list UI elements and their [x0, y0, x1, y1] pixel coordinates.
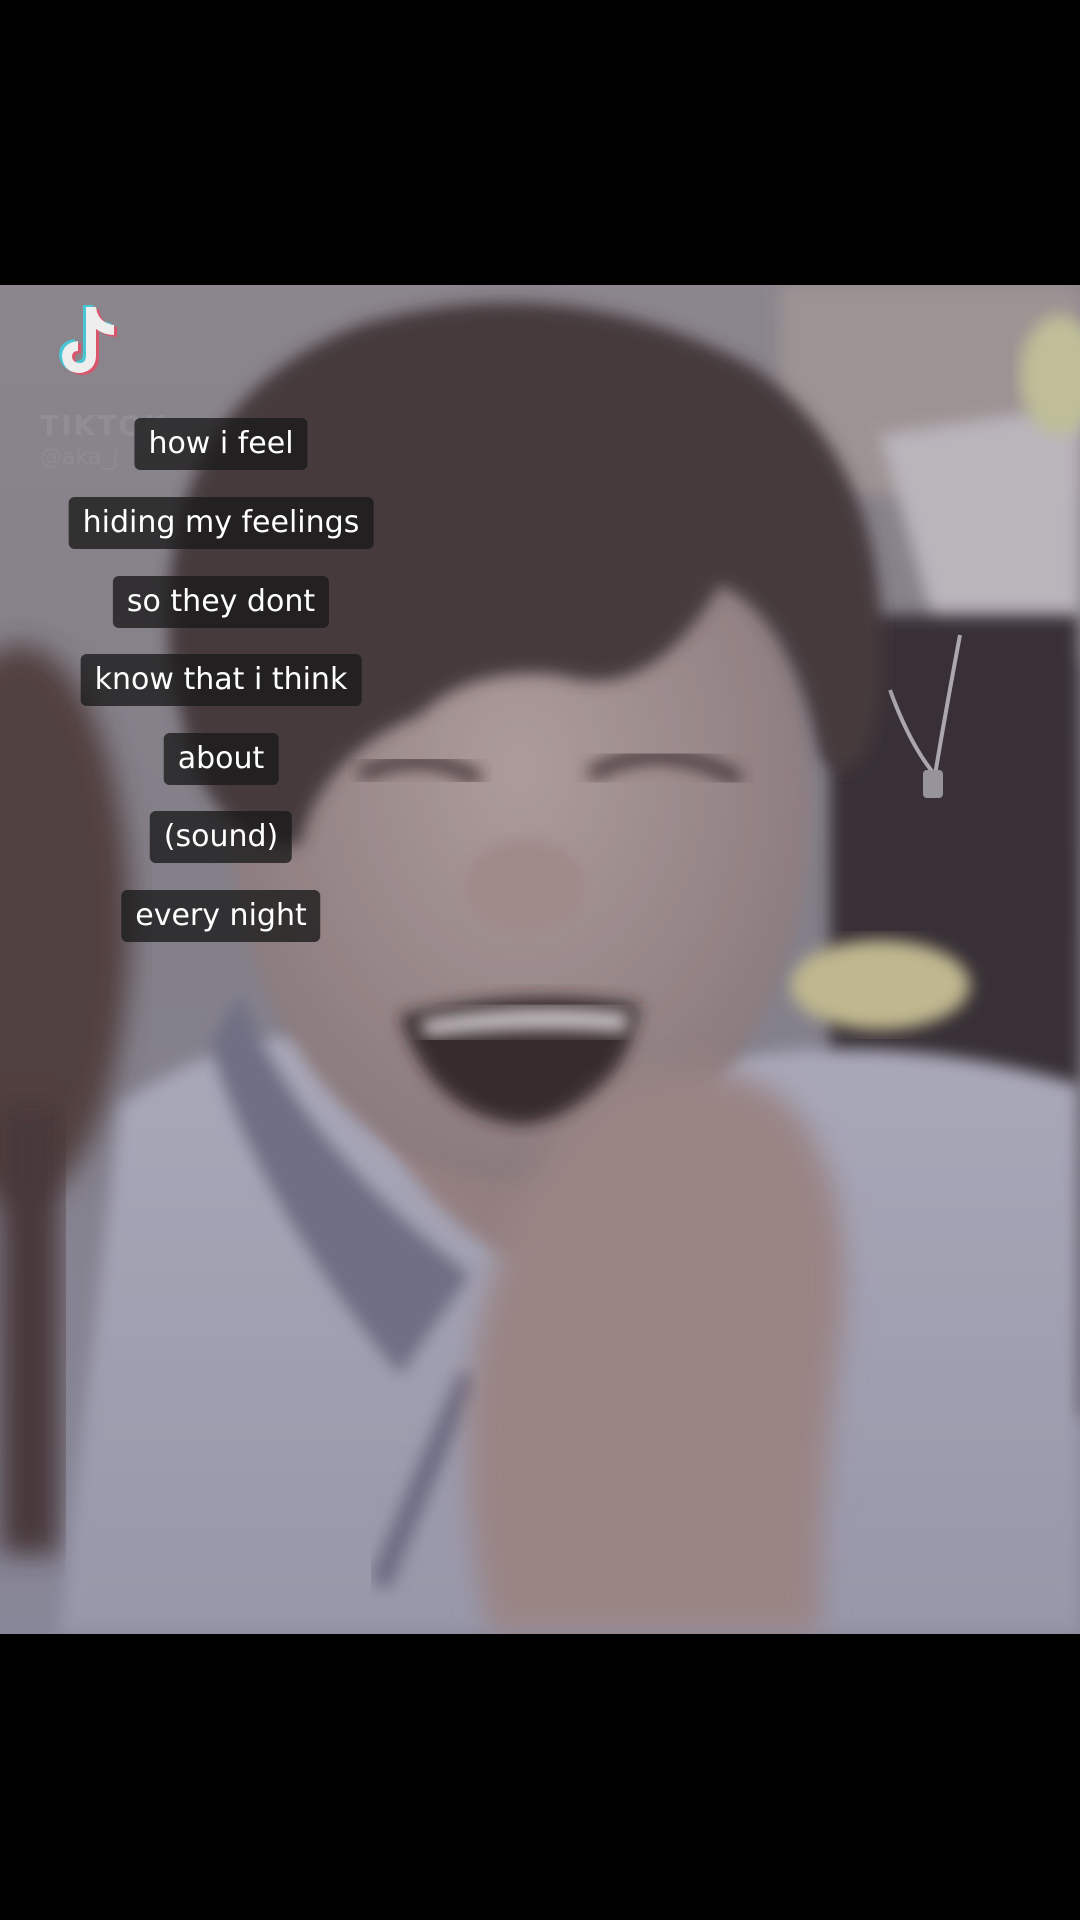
- watermark-handle: @aka_j: [40, 445, 119, 470]
- tiktok-watermark: TIKTOK @aka_j: [18, 297, 178, 470]
- video-scene: [0, 285, 1080, 1634]
- tiktok-logo-icon: [59, 305, 117, 375]
- letterbox-bottom: [0, 1634, 1080, 1920]
- watermark-brand: TIKTOK: [40, 409, 168, 442]
- video-frame[interactable]: TIKTOK @aka_j: [0, 285, 1080, 1634]
- letterbox-top: [0, 0, 1080, 285]
